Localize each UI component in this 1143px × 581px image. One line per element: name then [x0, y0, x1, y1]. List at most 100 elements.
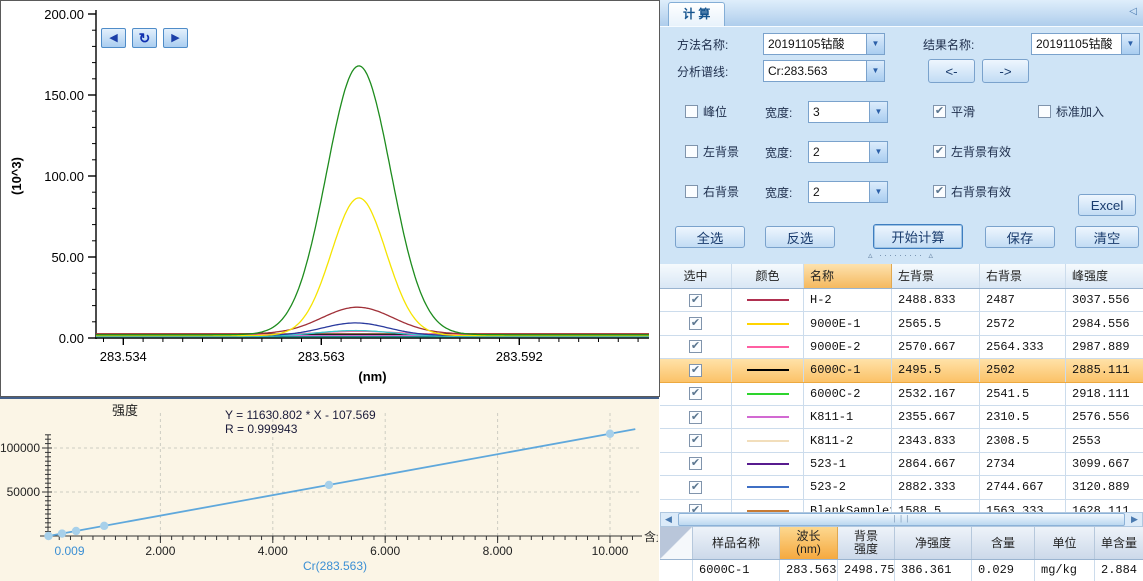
clear-button[interactable]: 清空 [1075, 226, 1139, 248]
refresh-icon[interactable]: ↻ [132, 28, 157, 48]
horizontal-scrollbar[interactable]: ◀ | | | ▶ [660, 512, 1143, 527]
col-header-name[interactable]: 名称 [804, 264, 892, 288]
chevron-down-icon[interactable]: ▼ [869, 182, 887, 202]
chevron-down-icon[interactable]: ▼ [869, 142, 887, 162]
row-checkbox[interactable] [689, 434, 702, 447]
col-header-sample-name[interactable]: 样品名称 [693, 527, 780, 559]
series-color-swatch [747, 393, 789, 395]
origin-value-label: 0.009 [55, 544, 85, 558]
scrollbar-right-icon[interactable]: ▶ [1127, 513, 1142, 526]
data-point[interactable] [606, 430, 614, 438]
standard-addition-checkbox[interactable]: 标准加入 [1038, 103, 1104, 120]
data-point[interactable] [325, 481, 333, 489]
right-background-checkbox[interactable]: 右背景 [685, 183, 739, 200]
tab-calculate[interactable]: 计 算 [668, 2, 725, 26]
sample-cell: 6000C-1 [693, 560, 780, 581]
scroll-right-button[interactable]: ▶ [163, 28, 188, 48]
chevron-down-icon[interactable]: ▼ [1121, 34, 1139, 54]
cell-name: 523-1 [804, 453, 892, 475]
select-all-button[interactable]: 全选 [675, 226, 745, 248]
peak-width-select[interactable]: 3 ▼ [808, 101, 888, 123]
y-axis-label: 强度 [112, 403, 138, 418]
panel-splitter-handle[interactable]: ▵ ········· ▵ [660, 250, 1143, 261]
table-row[interactable]: K811-22343.8332308.52553 [660, 429, 1143, 452]
row-checkbox[interactable] [689, 457, 702, 470]
result-select[interactable]: 20191105钴酸 ▼ [1031, 33, 1140, 55]
scrollbar-thumb[interactable]: | | | [678, 513, 1125, 526]
table-row[interactable]: 6000C-12495.525022885.111 [660, 359, 1143, 382]
checkbox-icon[interactable] [685, 185, 698, 198]
excel-button[interactable]: Excel [1078, 194, 1136, 216]
checkbox-icon[interactable] [933, 185, 946, 198]
right-bg-valid-checkbox[interactable]: 右背景有效 [933, 183, 1011, 200]
checkbox-icon[interactable] [1038, 105, 1051, 118]
cell-right-background: 2487 [980, 289, 1066, 311]
svg-text:8.000: 8.000 [483, 544, 513, 558]
checkbox-icon[interactable] [933, 145, 946, 158]
chevron-down-icon[interactable]: ▼ [866, 34, 884, 54]
col-header-content[interactable]: 含量 [972, 527, 1035, 559]
cell-right-background: 2564.333 [980, 336, 1066, 358]
data-point[interactable] [58, 529, 66, 537]
chevron-down-icon[interactable]: ▼ [866, 61, 884, 81]
table-row[interactable]: K811-12355.6672310.52576.556 [660, 406, 1143, 429]
col-header-selected[interactable]: 选中 [660, 264, 732, 288]
width-label: 宽度: [765, 182, 792, 204]
method-name-label: 方法名称: [677, 34, 728, 56]
table-row[interactable]: 9000E-22570.6672564.3332987.889 [660, 336, 1143, 359]
data-point[interactable] [100, 522, 108, 530]
next-line-button[interactable]: -> [982, 59, 1029, 83]
chevron-down-icon[interactable]: ▼ [869, 102, 887, 122]
checkbox-label: 右背景 [703, 183, 739, 200]
checkbox-icon[interactable] [685, 105, 698, 118]
data-point[interactable] [44, 532, 52, 540]
row-select-cell[interactable] [660, 560, 693, 581]
col-header-net-intensity[interactable]: 净强度 [895, 527, 972, 559]
row-checkbox[interactable] [689, 317, 702, 330]
col-header-color[interactable]: 颜色 [732, 264, 804, 288]
col-header-peak[interactable]: 峰强度 [1066, 264, 1143, 288]
col-header-wavelength[interactable]: 波长 (nm) [780, 527, 838, 559]
start-calculation-button[interactable]: 开始计算 [873, 224, 963, 249]
save-button[interactable]: 保存 [985, 226, 1055, 248]
table-row[interactable]: 6000C-22532.1672541.52918.111 [660, 383, 1143, 406]
left-background-checkbox[interactable]: 左背景 [685, 143, 739, 160]
sample-table-row[interactable]: 6000C-1283.5632498.75386.3610.029mg/kg2.… [660, 560, 1143, 581]
corner-select-all-cell[interactable] [660, 527, 693, 559]
method-select[interactable]: 20191105钴酸 ▼ [763, 33, 885, 55]
data-point[interactable] [72, 527, 80, 535]
row-checkbox[interactable] [689, 481, 702, 494]
peak-position-checkbox[interactable]: 峰位 [685, 103, 727, 120]
row-checkbox[interactable] [689, 387, 702, 400]
smooth-checkbox[interactable]: 平滑 [933, 103, 975, 120]
prev-line-button[interactable]: <- [928, 59, 975, 83]
scroll-left-button[interactable]: ◀ [101, 28, 126, 48]
col-header-unit[interactable]: 单位 [1035, 527, 1095, 559]
checkbox-icon[interactable] [685, 145, 698, 158]
x-axis-label: (nm) [358, 369, 386, 384]
row-checkbox[interactable] [689, 364, 702, 377]
left-bg-width-select[interactable]: 2 ▼ [808, 141, 888, 163]
table-row[interactable]: 523-12864.66727343099.667 [660, 453, 1143, 476]
row-checkbox[interactable] [689, 294, 702, 307]
table-row[interactable]: 9000E-12565.525722984.556 [660, 312, 1143, 335]
svg-text:283.563: 283.563 [298, 349, 345, 364]
cell-right-background: 2502 [980, 359, 1066, 381]
analysis-line-select[interactable]: Cr:283.563 ▼ [763, 60, 885, 82]
row-checkbox[interactable] [689, 340, 702, 353]
col-header-unit-content[interactable]: 单含量 [1095, 527, 1143, 559]
series-H-2 [96, 307, 649, 334]
invert-selection-button[interactable]: 反选 [765, 226, 835, 248]
collapse-panel-icon[interactable]: ◁ [1129, 6, 1137, 17]
right-bg-width-select[interactable]: 2 ▼ [808, 181, 888, 203]
table-row[interactable]: H-22488.83324873037.556 [660, 289, 1143, 312]
cell-right-background: 2541.5 [980, 383, 1066, 405]
col-header-right-bg[interactable]: 右背景 [980, 264, 1066, 288]
col-header-bg-intensity[interactable]: 背景 强度 [838, 527, 895, 559]
left-bg-valid-checkbox[interactable]: 左背景有效 [933, 143, 1011, 160]
scrollbar-left-icon[interactable]: ◀ [661, 513, 676, 526]
checkbox-icon[interactable] [933, 105, 946, 118]
table-row[interactable]: 523-22882.3332744.6673120.889 [660, 476, 1143, 499]
col-header-left-bg[interactable]: 左背景 [892, 264, 980, 288]
row-checkbox[interactable] [689, 411, 702, 424]
